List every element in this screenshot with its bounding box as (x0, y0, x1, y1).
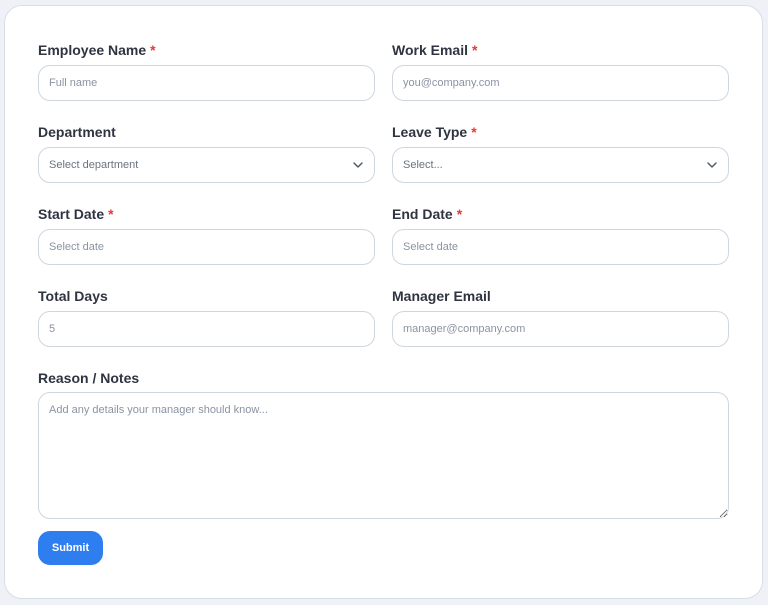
employee-name-input[interactable] (38, 65, 375, 101)
end-date-label: End Date * (392, 206, 463, 222)
department-select-value: Select department (49, 159, 139, 171)
manager-email-label: Manager Email (392, 288, 491, 304)
required-mark: * (150, 42, 156, 58)
reason-notes-label: Reason / Notes (38, 370, 140, 386)
required-mark: * (472, 42, 478, 58)
leave-type-select[interactable]: Select... (392, 147, 729, 183)
reason-notes-textarea[interactable] (38, 392, 729, 519)
total-days-field: Total Days (38, 287, 375, 347)
leave-type-select-value: Select... (403, 159, 443, 171)
leave-type-label: Leave Type * (392, 124, 477, 140)
end-date-input[interactable] (392, 229, 729, 265)
manager-email-input[interactable] (392, 311, 729, 347)
required-mark: * (456, 206, 463, 222)
required-mark: * (108, 206, 114, 222)
department-select[interactable]: Select department (38, 147, 375, 183)
start-date-label: Start Date * (38, 206, 114, 222)
submit-button[interactable]: Submit (38, 531, 103, 565)
employee-name-label: Employee Name * (38, 42, 156, 58)
department-label: Department (38, 124, 116, 140)
work-email-input[interactable] (392, 65, 729, 101)
work-email-label: Work Email * (392, 42, 478, 58)
total-days-label: Total Days (38, 288, 108, 304)
start-date-input[interactable] (38, 229, 375, 265)
leave-type-field: Leave Type * Select... (392, 123, 729, 183)
end-date-field: End Date * (392, 205, 729, 265)
department-field: Department Select department (38, 123, 375, 183)
total-days-input[interactable] (38, 311, 375, 347)
manager-email-field: Manager Email (392, 287, 729, 347)
work-email-field: Work Email * (392, 41, 729, 101)
chevron-down-icon (352, 159, 364, 171)
start-date-field: Start Date * (38, 205, 375, 265)
required-mark: * (471, 124, 477, 140)
employee-name-field: Employee Name * (38, 41, 375, 101)
chevron-down-icon (706, 159, 718, 171)
